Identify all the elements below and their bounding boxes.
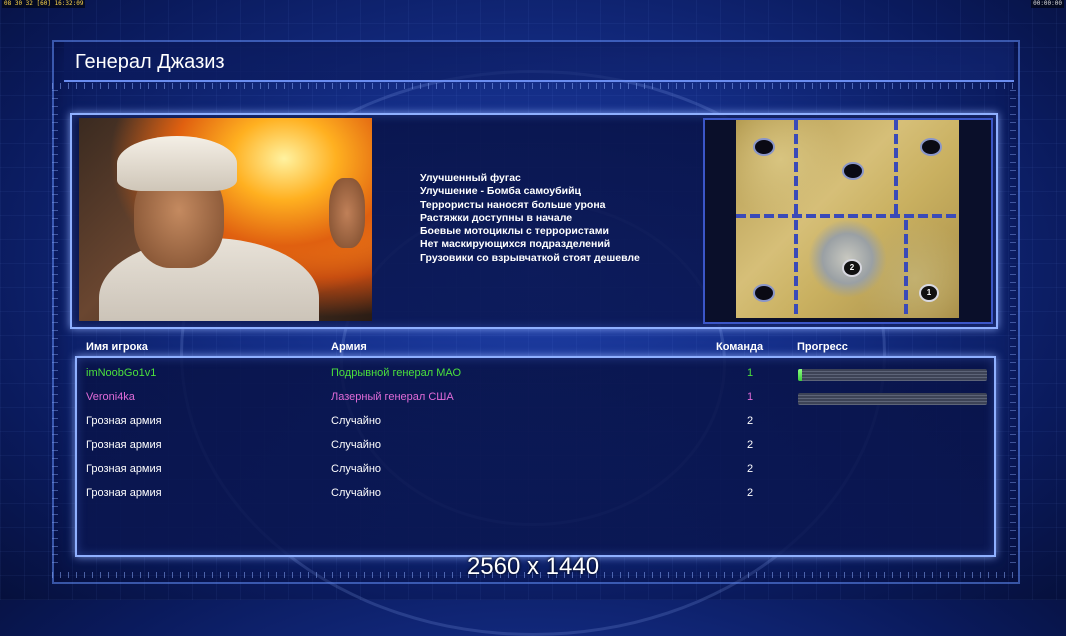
hud-left-readout: 08 30 32 [60] 16:32:09	[2, 0, 86, 8]
column-header-army: Армия	[331, 341, 367, 353]
map-road	[904, 220, 908, 318]
map-start-position[interactable]	[920, 138, 942, 156]
ruler-top	[52, 83, 1016, 89]
bonus-item: Нет маскирующихся подразделений	[420, 238, 611, 251]
bonus-item: Грузовики со взрывчаткой стоят дешевле	[420, 251, 640, 264]
player-progress-bar	[798, 369, 987, 381]
player-army: Случайно	[331, 487, 382, 499]
hud-right-readout: 00:00:00	[1031, 0, 1064, 8]
player-team: 1	[746, 391, 754, 403]
map-road	[794, 120, 798, 215]
player-army: Лазерный генерал США	[331, 391, 454, 403]
player-row: Грозная армия Случайно 2	[0, 460, 1066, 478]
player-team: 2	[746, 415, 754, 427]
column-header-team: Команда	[716, 341, 764, 353]
player-name: Грозная армия	[86, 487, 162, 499]
player-team: 2	[746, 439, 754, 451]
bonus-item: Улучшенный фугас	[420, 172, 521, 184]
player-row: Грозная армия Случайно 2	[0, 412, 1066, 430]
player-name: Грозная армия	[86, 439, 162, 451]
map-road	[894, 120, 898, 215]
page-title: Генерал Джазиз	[75, 51, 225, 73]
player-army: Случайно	[331, 463, 382, 475]
player-row: Veroni4ka Лазерный генерал США 1	[0, 388, 1066, 406]
player-name: Veroni4ka	[86, 391, 135, 403]
map-road	[794, 220, 798, 318]
column-header-name: Имя игрока	[86, 341, 148, 353]
player-progress-bar	[798, 393, 987, 405]
map-slot-1[interactable]: 1	[919, 284, 939, 302]
portrait-turban	[117, 136, 237, 191]
player-name: Грозная армия	[86, 463, 162, 475]
general-portrait	[79, 118, 372, 321]
resolution-caption: 2560 x 1440	[466, 553, 600, 580]
player-row: imNoobGo1v1 Подрывной генерал МАО 1	[0, 364, 1066, 382]
player-row: Грозная армия Случайно 2	[0, 436, 1066, 454]
player-army: Случайно	[331, 415, 382, 427]
player-team: 1	[746, 367, 754, 379]
player-progress-fill	[798, 369, 802, 381]
player-name: imNoobGo1v1	[86, 367, 157, 379]
bonus-item: Боевые мотоциклы с террористами	[420, 225, 609, 238]
map-start-position[interactable]	[753, 284, 775, 302]
portrait-hand	[329, 178, 365, 248]
bonus-item: Улучшение - Бомба самоубийц	[420, 185, 581, 198]
map-road	[736, 214, 959, 218]
map-preview[interactable]: 2 1	[736, 120, 959, 318]
map-start-position[interactable]	[753, 138, 775, 156]
map-start-position[interactable]	[842, 162, 864, 180]
player-team: 2	[746, 487, 754, 499]
general-bonus-list: Улучшенный фугас Улучшение - Бомба самоу…	[420, 172, 640, 265]
map-slot-2[interactable]: 2	[842, 259, 862, 277]
bonus-item: Растяжки доступны в начале	[420, 211, 573, 224]
player-name: Грозная армия	[86, 415, 162, 427]
player-army: Случайно	[331, 439, 382, 451]
column-header-progress: Прогресс	[797, 341, 848, 353]
player-row: Грозная армия Случайно 2	[0, 484, 1066, 502]
bonus-item: Террористы наносят больше урона	[420, 198, 606, 211]
player-team: 2	[746, 463, 754, 475]
player-army: Подрывной генерал МАО	[331, 367, 462, 379]
players-panel	[75, 356, 996, 557]
